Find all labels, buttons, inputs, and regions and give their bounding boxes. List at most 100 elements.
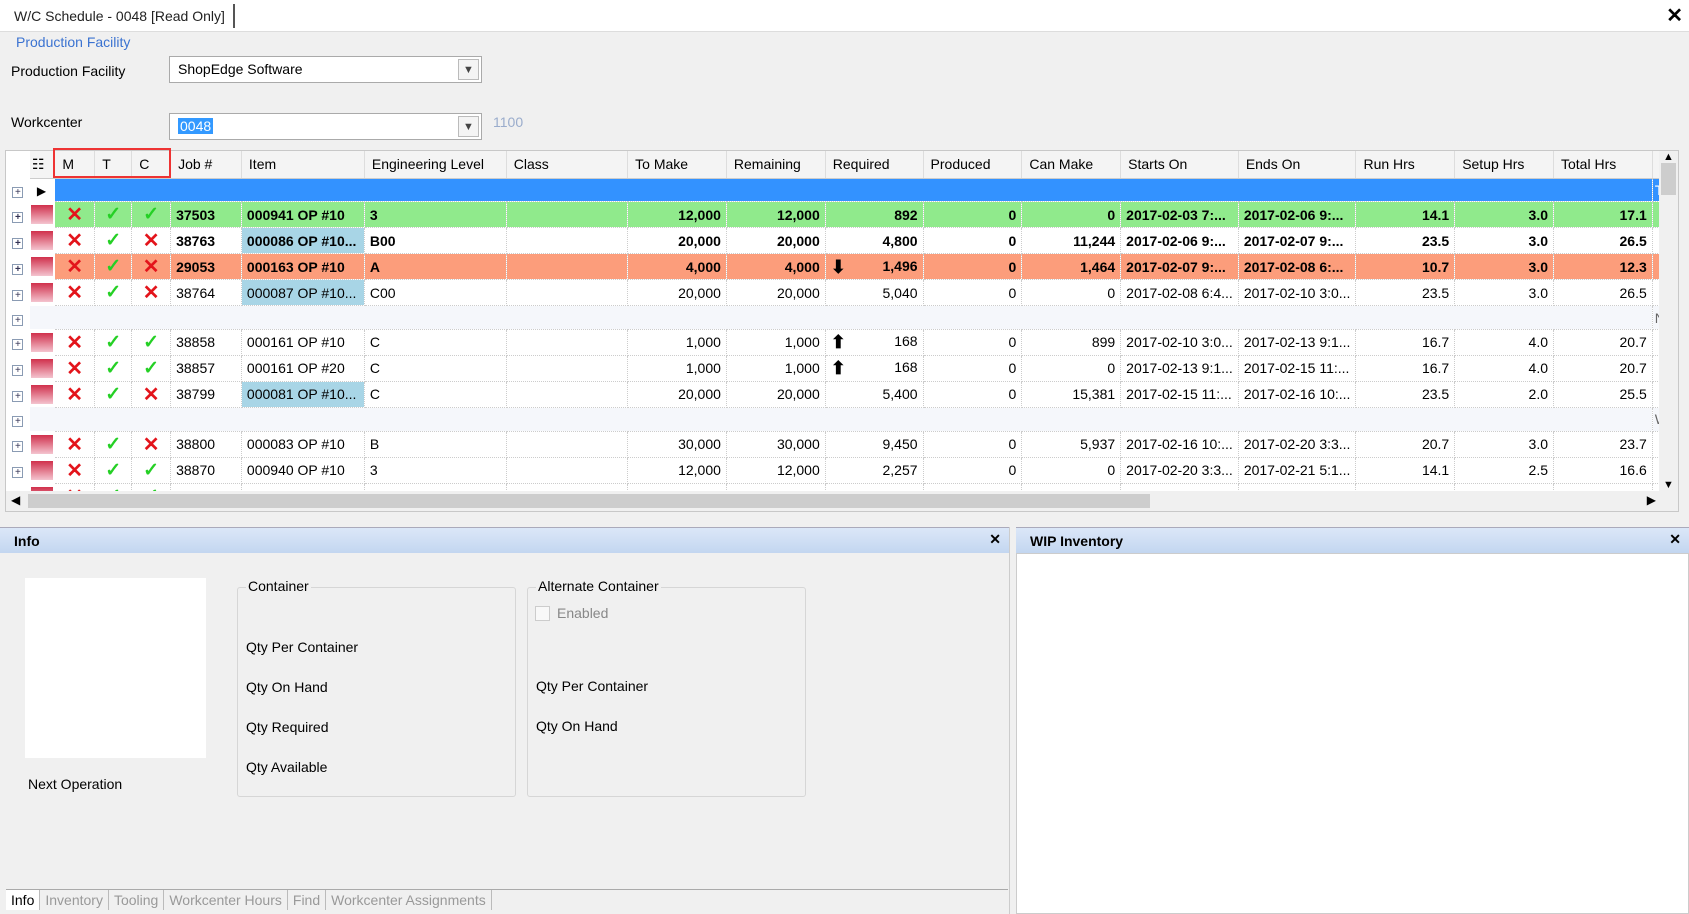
cell-can-make: 899 (1021, 329, 1122, 356)
group-row[interactable]: +W (6, 407, 1678, 432)
tab-workcenter-hours[interactable]: Workcenter Hours (164, 890, 288, 910)
expand-button[interactable]: + (6, 253, 30, 280)
expand-icon[interactable]: + (12, 237, 24, 249)
close-icon[interactable]: ✕ (1669, 531, 1681, 548)
cell-value: 0 (1107, 360, 1116, 377)
workcenter-dropdown[interactable]: 0048 ▼ (169, 113, 482, 140)
cell-item: 000083 OP #10 (241, 431, 365, 458)
cell-value: A (369, 258, 381, 275)
column-header-total-hrs[interactable]: Total Hrs (1553, 151, 1653, 179)
alternate-container-title: Alternate Container (536, 578, 661, 594)
cell-setup: 3.0 (1454, 253, 1554, 281)
expand-button[interactable]: + (6, 381, 30, 408)
column-header-to-make[interactable]: To Make (627, 151, 727, 179)
expand-icon[interactable]: + (12, 441, 24, 453)
expand-button[interactable]: + (6, 329, 30, 356)
expand-button[interactable]: + (6, 431, 30, 458)
close-icon[interactable]: ✕ (1666, 3, 1683, 28)
flag-m-x-icon: ✕ (54, 355, 96, 382)
cell-starts: 2017-02-15 11:... (1120, 381, 1239, 408)
tab-find[interactable]: Find (287, 890, 327, 910)
vertical-scrollbar[interactable]: ▲ ▼ (1659, 151, 1678, 491)
column-chooser-icon[interactable]: ☷ (29, 151, 56, 179)
qty-required-label: Qty Required (246, 719, 329, 735)
scroll-left-icon[interactable]: ◀ (11, 493, 20, 507)
column-header-item[interactable]: Item (241, 151, 365, 179)
table-row[interactable]: + ✕ ✓ ✕ 38799 000081 OP #10... C 20,000 20,000 5,… (6, 381, 1678, 408)
scroll-right-icon[interactable]: ▶ (1647, 493, 1656, 507)
column-header-ends-on[interactable]: Ends On (1238, 151, 1357, 179)
scroll-down-icon[interactable]: ▼ (1659, 479, 1678, 491)
alternate-container-group: Alternate Container Enabled Qty Per Cont… (527, 578, 806, 797)
expand-icon[interactable]: + (12, 391, 24, 403)
scroll-up-icon[interactable]: ▲ (1659, 151, 1678, 163)
column-header-class[interactable]: Class (506, 151, 629, 179)
expand-icon[interactable]: + (12, 289, 24, 301)
column-header-setup-hrs[interactable]: Setup Hrs (1454, 151, 1554, 179)
facility-dropdown[interactable]: ShopEdge Software ▼ (169, 56, 482, 83)
table-row[interactable]: + ✕ ✓ ✕ 38763 000086 OP #10... B00 20,000 20,000… (6, 227, 1678, 255)
table-row[interactable]: + ✕ ✓ ✓ 38870 000940 OP #10 3 12,000 12,000 2,257… (6, 457, 1678, 484)
table-row[interactable]: + ✕ ✓ ✓ 37503 000941 OP #10 3 12,000 12,000 892 0 0… (6, 201, 1678, 229)
column-header-m[interactable]: M (54, 151, 96, 179)
expand-icon[interactable]: + (12, 211, 24, 223)
expand-icon[interactable]: + (12, 416, 24, 428)
expand-icon[interactable]: + (12, 339, 24, 351)
tab-tooling[interactable]: Tooling (108, 890, 165, 910)
cell-remaining: 12,000 (726, 201, 826, 229)
group-row[interactable]: +N (6, 305, 1678, 330)
expand-icon[interactable]: + (12, 186, 24, 198)
column-header-engineering-level[interactable]: Engineering Level (364, 151, 507, 179)
horizontal-scrollbar[interactable]: ◀ ▶ (6, 491, 1678, 511)
tab-workcenter-assignments[interactable]: Workcenter Assignments (326, 890, 492, 910)
chevron-down-icon[interactable]: ▼ (458, 59, 479, 80)
window-tab[interactable]: W/C Schedule - 0048 [Read Only] (6, 4, 235, 28)
cell-item: 000087 OP #10... (241, 279, 365, 307)
tab-info[interactable]: Info (6, 890, 41, 910)
horizontal-scroll-thumb[interactable] (28, 494, 1150, 508)
expand-button[interactable]: + (6, 457, 30, 484)
table-row[interactable]: + ✕ ✓ ✓ 38857 000161 OP #20 C 1,000 1,000 ⬆ 168 0 0 2… (6, 355, 1678, 382)
expand-icon[interactable]: + (12, 365, 24, 377)
group-row[interactable]: +▶T (6, 178, 1678, 203)
item-image (25, 578, 206, 758)
cell-value: 2017-02-16 10:... (1126, 436, 1233, 453)
cell-value: 16.6 (1619, 462, 1647, 479)
column-header-can-make[interactable]: Can Make (1021, 151, 1122, 179)
expand-button[interactable]: + (6, 201, 30, 228)
expand-button[interactable]: + (6, 279, 30, 306)
tab-inventory[interactable]: Inventory (40, 890, 109, 910)
expand-button[interactable]: + (6, 178, 30, 202)
column-header-starts-on[interactable]: Starts On (1120, 151, 1239, 179)
column-header-remaining[interactable]: Remaining (726, 151, 826, 179)
status-color-swatch (30, 434, 53, 454)
expand-icon[interactable]: + (12, 467, 24, 479)
vertical-scroll-thumb[interactable] (1661, 163, 1676, 195)
cell-value: 2017-02-08 6:... (1243, 258, 1344, 275)
column-header-t[interactable]: T (94, 151, 133, 179)
cell-value: 2.0 (1528, 386, 1548, 403)
column-header-c[interactable]: C (131, 151, 172, 179)
cell-value: 14.1 (1421, 206, 1450, 223)
table-row[interactable]: + ✕ ✓ ✕ 38800 000083 OP #10 B 30,000 30,000 9,450… (6, 431, 1678, 458)
expand-button[interactable]: + (6, 305, 30, 330)
table-row[interactable]: + ✕ ✓ ✕ 38764 000087 OP #10... C00 20,000 20,000… (6, 279, 1678, 307)
column-header-required[interactable]: Required (825, 151, 924, 179)
expand-icon[interactable]: + (12, 263, 24, 275)
cell-to-make: 20,000 (627, 227, 727, 255)
expand-button[interactable]: + (6, 407, 30, 432)
expand-button[interactable]: + (6, 355, 30, 382)
table-row[interactable]: + ✕ ✓ ✕ 29053 000163 OP #10 A 4,000 4,000 ⬇ 1,496 0… (6, 253, 1678, 281)
column-header-job[interactable]: Job # (170, 151, 242, 179)
cell-value: 10.7 (1421, 258, 1450, 275)
close-icon[interactable]: ✕ (989, 531, 1001, 548)
cell-produced: 0 (923, 355, 1023, 382)
expand-icon[interactable]: + (12, 314, 24, 326)
column-header-produced[interactable]: Produced (923, 151, 1023, 179)
table-row[interactable]: + ✕ ✓ ✓ 38858 000161 OP #10 C 1,000 1,000 ⬆ 168 0 89… (6, 329, 1678, 356)
column-header-run-hrs[interactable]: Run Hrs (1355, 151, 1456, 179)
enabled-checkbox[interactable] (535, 606, 550, 621)
cell-value: 4,000 (784, 258, 820, 275)
expand-button[interactable]: + (6, 227, 30, 254)
chevron-down-icon[interactable]: ▼ (458, 116, 479, 137)
